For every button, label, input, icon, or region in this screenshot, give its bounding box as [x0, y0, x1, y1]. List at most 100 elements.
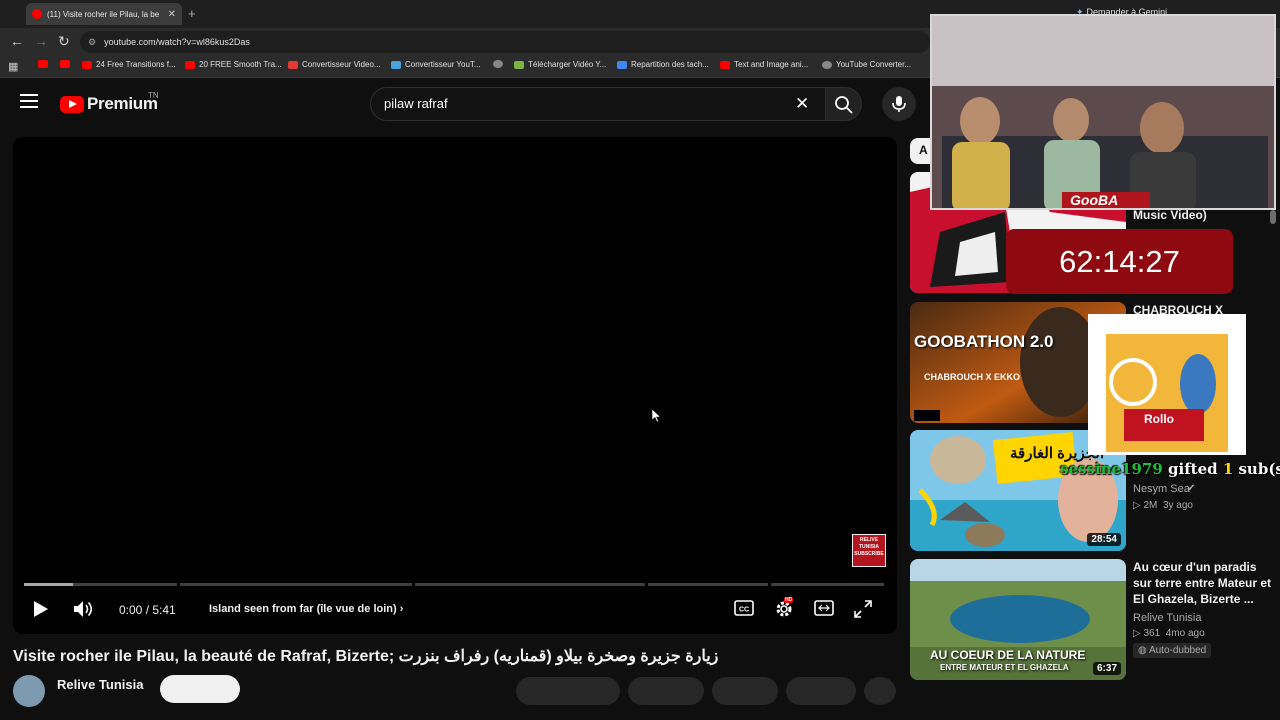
webcam-label: GooBA	[1070, 192, 1119, 208]
bookmark-item[interactable]: Repartition des tach...	[617, 60, 709, 69]
channel-name[interactable]: Relive Tunisia	[57, 677, 143, 692]
bookmark-item[interactable]: Text and Image ani...	[720, 60, 808, 69]
hd-badge: HD	[784, 597, 794, 603]
video-title[interactable]: Au cœur d'un paradis sur terre entre Mat…	[1133, 559, 1273, 607]
search-box: ✕	[370, 87, 826, 121]
youtube-premium-logo[interactable]: Premium TN	[60, 91, 159, 114]
channel-name[interactable]: Relive Tunisia	[1133, 612, 1201, 624]
bookmark-item[interactable]: Convertisseur Video...	[288, 60, 381, 69]
fullscreen-icon[interactable]	[854, 600, 872, 618]
youtube-favicon-icon	[32, 9, 42, 19]
auto-dubbed-badge: ◍ Auto-dubbed	[1133, 643, 1212, 658]
country-code: TN	[148, 91, 159, 100]
bookmark-item[interactable]: 24 Free Transitions f...	[82, 60, 176, 69]
globe-icon	[822, 60, 832, 69]
gifter-name: sessine1979	[1060, 460, 1163, 478]
chapter-segment[interactable]	[771, 583, 884, 586]
back-icon[interactable]: ←	[10, 33, 24, 49]
channel-name[interactable]: Nesym Sea	[1133, 483, 1190, 495]
scrollbar-thumb[interactable]	[1270, 210, 1276, 224]
view-count: 361	[1143, 628, 1161, 639]
bookmark-youtube-1[interactable]	[38, 60, 52, 68]
upload-age: 4mo ago	[1165, 628, 1205, 639]
chevron-right-icon: ›	[399, 603, 404, 615]
play-count-icon: ▷	[1133, 500, 1144, 511]
view-count: 2M	[1143, 500, 1158, 511]
progress-bar[interactable]	[24, 583, 884, 586]
gift-suffix: sub(s)!	[1238, 460, 1280, 478]
like-dislike-button[interactable]	[516, 677, 620, 705]
video-stats: ▷ 361 4mo ago	[1133, 628, 1205, 639]
new-tab-button[interactable]: +	[188, 6, 196, 21]
settings-button[interactable]: HD	[774, 597, 794, 624]
bookmark-youtube-2[interactable]	[60, 60, 74, 68]
voice-search-button[interactable]	[882, 87, 916, 121]
gift-sub-alert: sessine1979 gifted 1 sub(s)!	[1060, 460, 1280, 478]
channel-avatar[interactable]	[13, 675, 45, 707]
share-button[interactable]	[628, 677, 704, 705]
address-bar[interactable]: ⚙ youtube.com/watch?v=wl86kus2Das	[80, 31, 930, 53]
rollo-text: Rollo	[1144, 412, 1174, 426]
mouse-cursor-icon	[652, 409, 662, 423]
dubbed-icon: ◍	[1138, 645, 1149, 656]
microphone-icon	[892, 96, 906, 112]
chapter-segment[interactable]	[648, 583, 768, 586]
thumbnail-text: AU COEUR DE LA NATURE	[930, 648, 1086, 662]
forward-icon[interactable]: →	[34, 33, 48, 49]
youtube-icon	[82, 60, 92, 69]
video-player[interactable]: RELIVE TUNISIA SUBSCRIBE 0:00 / 5:41 Isl…	[13, 137, 897, 634]
play-count-icon: ▷	[1133, 628, 1144, 639]
download-icon	[514, 60, 524, 69]
reload-icon[interactable]: ↻	[58, 33, 70, 50]
search-button[interactable]	[826, 87, 862, 121]
channel-watermark[interactable]: RELIVE TUNISIA SUBSCRIBE	[852, 534, 886, 567]
play-icon[interactable]	[33, 600, 49, 618]
video-thumbnail[interactable]: AU COEUR DE LA NATURE ENTRE MATEUR ET EL…	[910, 559, 1126, 680]
url-text: youtube.com/watch?v=wl86kus2Das	[104, 37, 250, 47]
verified-icon: ✔	[1187, 483, 1196, 494]
buffered-indicator	[24, 583, 73, 586]
gift-text: gifted	[1162, 460, 1223, 478]
docs-icon	[617, 60, 627, 69]
video-duration: 28:54	[1087, 533, 1121, 546]
video-title: Visite rocher ile Pilau, la beauté de Ra…	[13, 648, 719, 665]
bookmark-globe[interactable]	[493, 60, 507, 68]
theater-mode-icon[interactable]	[814, 600, 834, 616]
chapter-title-button[interactable]: Island seen from far (île vue de loin) ›	[209, 603, 403, 615]
subscribe-button[interactable]	[160, 675, 240, 703]
subathon-timer: 62:14:27	[1006, 229, 1233, 294]
tab-title: (11) Visite rocher ile Pilau, la be	[47, 9, 160, 19]
thumbnail-text: GOOBATHON 2.0	[914, 332, 1054, 351]
converter-icon	[391, 60, 401, 69]
bookmark-item[interactable]: Télécharger Vidéo Y...	[514, 60, 606, 69]
more-actions-button[interactable]	[864, 677, 896, 705]
clear-search-icon[interactable]: ✕	[795, 94, 809, 114]
thumbnail-subtext: CHABROUCH X EKKO	[924, 372, 1021, 382]
gift-count: 1	[1222, 460, 1234, 478]
youtube-icon	[720, 60, 730, 69]
download-button[interactable]	[712, 677, 778, 705]
z-icon	[288, 60, 298, 69]
youtube-icon	[38, 60, 48, 68]
apps-icon[interactable]: ▦	[8, 60, 18, 73]
site-info-icon[interactable]: ⚙	[88, 37, 96, 48]
webcam-overlay: GooBA	[930, 14, 1276, 210]
browser-tab[interactable]: (11) Visite rocher ile Pilau, la be ✕	[26, 3, 182, 25]
time-display: 0:00 / 5:41	[119, 603, 176, 617]
save-button[interactable]	[786, 677, 856, 705]
chapter-segment[interactable]	[180, 583, 412, 586]
hamburger-menu-icon[interactable]	[20, 94, 38, 108]
bookmark-item[interactable]: 20 FREE Smooth Tra...	[185, 60, 282, 69]
volume-icon[interactable]	[73, 600, 95, 618]
close-tab-icon[interactable]: ✕	[168, 9, 176, 20]
thumbnail-subtext: ENTRE MATEUR ET EL GHAZELA	[940, 663, 1069, 672]
subtitles-icon[interactable]: CC	[734, 600, 754, 616]
rollo-sponsor-overlay: Rollo	[1088, 314, 1246, 455]
search-input[interactable]	[384, 96, 784, 111]
bookmark-item[interactable]: YouTube Converter...	[822, 60, 911, 69]
svg-text:CC: CC	[739, 607, 749, 614]
chapter-segment[interactable]	[415, 583, 645, 586]
search-icon	[835, 96, 853, 114]
bookmark-item[interactable]: Convertisseur YouT...	[391, 60, 481, 69]
video-duration: 6:37	[1092, 662, 1121, 675]
